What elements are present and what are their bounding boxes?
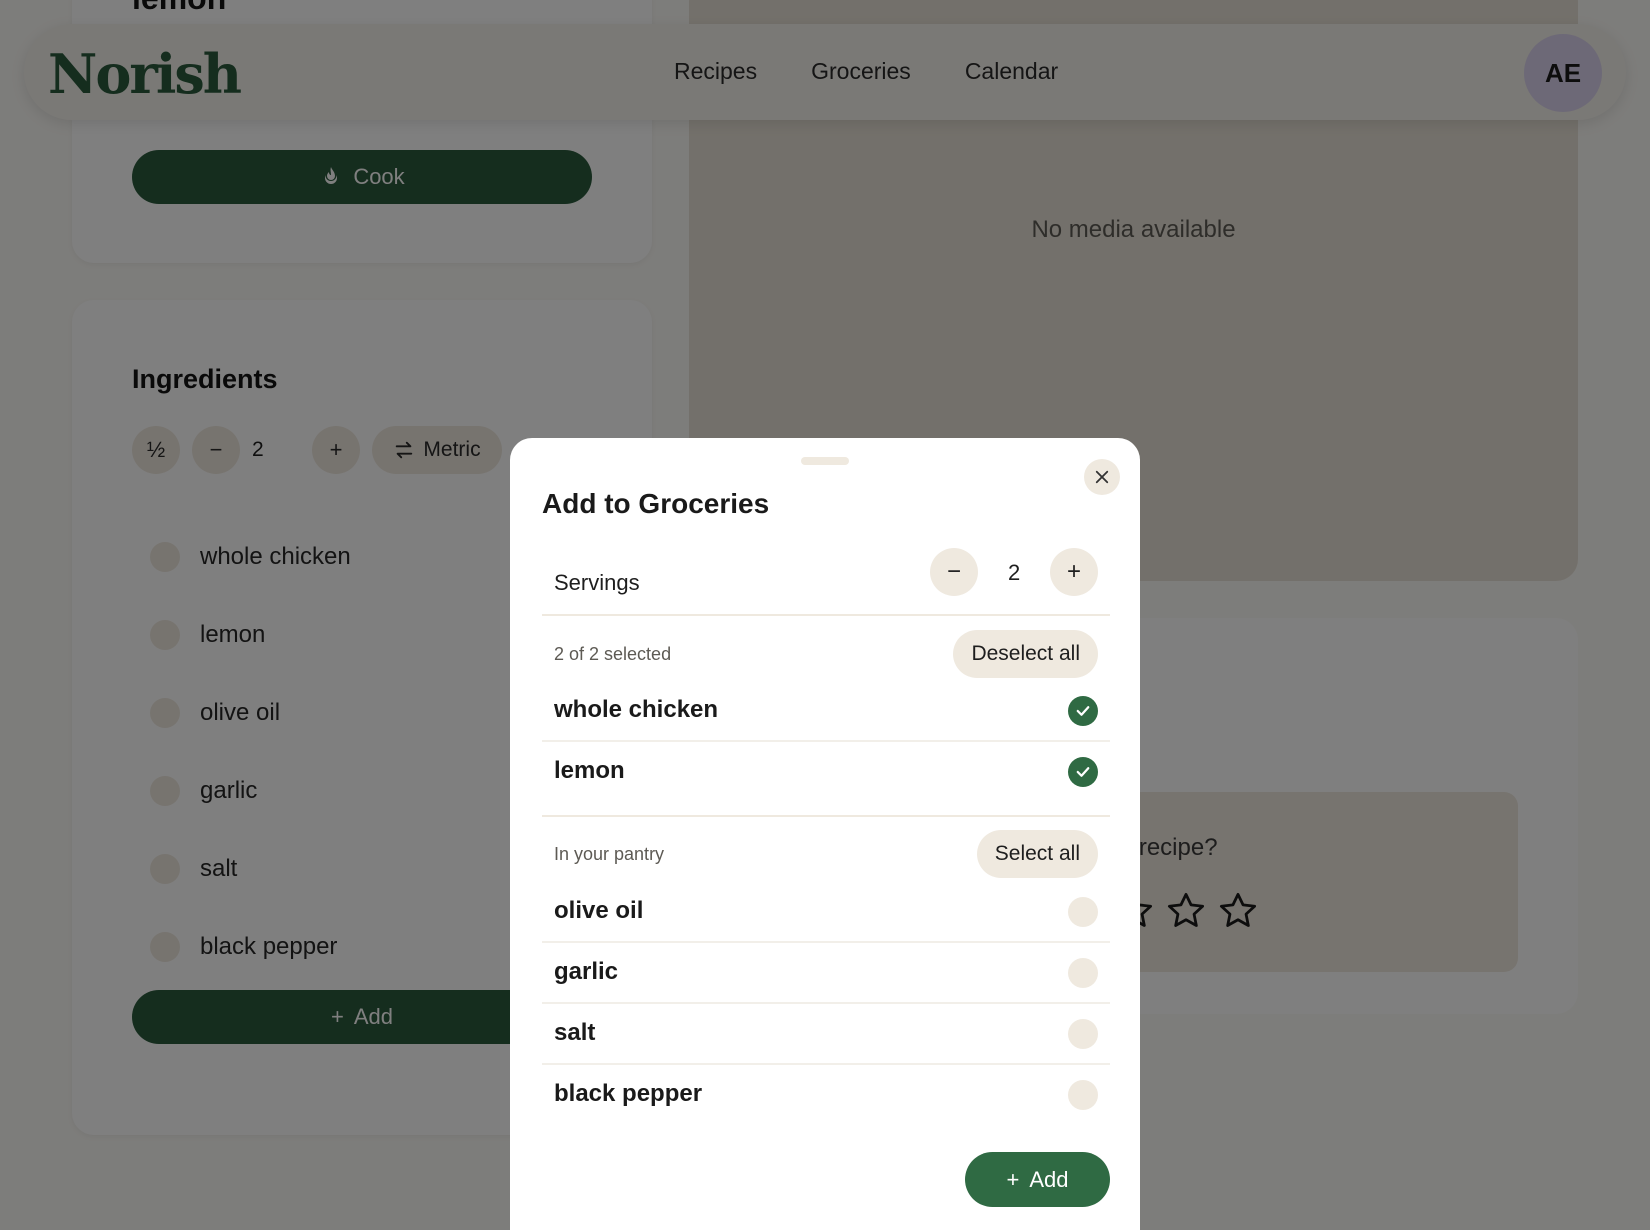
item-name: salt [554,1019,596,1046]
increase-servings-button[interactable]: + [1050,548,1098,596]
minus-icon: − [946,558,961,585]
pantry-item-row[interactable]: garlic [542,943,1110,1004]
modal-servings-row: Servings − 2 + [542,548,1110,616]
servings-label: Servings [554,570,640,595]
close-icon [1095,470,1109,484]
add-label: Add [1029,1166,1069,1192]
check-icon [1076,767,1090,777]
plus-icon: + [1006,1166,1020,1192]
item-checkbox-checked[interactable] [1068,757,1098,787]
pantry-section-header: In your pantry Select all [542,830,1110,878]
decrease-servings-button[interactable]: − [930,548,978,596]
plus-icon: + [1066,558,1081,585]
check-icon [1076,706,1090,716]
item-name: garlic [554,958,619,985]
grocery-item-row[interactable]: lemon [542,742,1110,803]
item-checkbox-unchecked[interactable] [1068,897,1098,927]
item-name: whole chicken [554,696,719,723]
pantry-label: In your pantry [554,844,665,864]
add-to-groceries-modal: Add to Groceries Servings − 2 + 2 of 2 s… [510,438,1140,1230]
deselect-all-button[interactable]: Deselect all [953,630,1098,678]
add-to-groceries-button[interactable]: + Add [965,1152,1110,1207]
drag-handle[interactable] [801,457,849,465]
pantry-item-row[interactable]: salt [542,1004,1110,1065]
item-checkbox-unchecked[interactable] [1068,1019,1098,1049]
pantry-item-row[interactable]: black pepper [542,1065,1110,1126]
selected-summary: 2 of 2 selected [554,644,672,664]
item-checkbox-unchecked[interactable] [1068,958,1098,988]
selected-section-header: 2 of 2 selected Deselect all [542,630,1110,678]
item-checkbox-unchecked[interactable] [1068,1080,1098,1110]
item-checkbox-checked[interactable] [1068,696,1098,726]
pantry-item-row[interactable]: olive oil [542,882,1110,943]
item-name: lemon [554,757,625,784]
grocery-item-row[interactable]: whole chicken [542,681,1110,742]
item-name: black pepper [554,1080,703,1107]
section-divider [542,815,1110,817]
servings-value: 2 [1008,560,1021,585]
select-all-button[interactable]: Select all [976,830,1098,878]
close-button[interactable] [1084,459,1120,495]
item-name: olive oil [554,897,644,924]
modal-title: Add to Groceries [542,488,770,519]
recipe-page: lemon Cook Ingredients ½ − 2 + Me [0,0,1650,1230]
